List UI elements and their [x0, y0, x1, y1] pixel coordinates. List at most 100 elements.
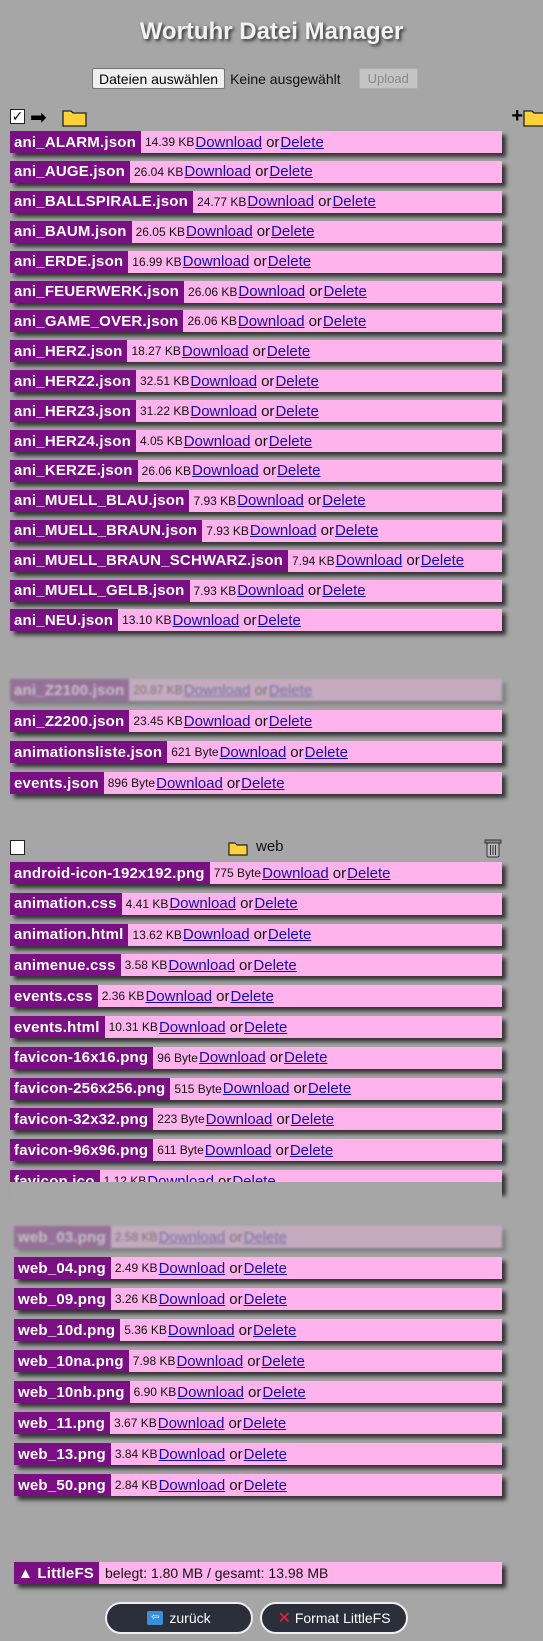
file-name[interactable]: events.json: [10, 772, 104, 794]
delete-link[interactable]: Delete: [347, 865, 390, 882]
delete-link[interactable]: Delete: [323, 313, 366, 330]
delete-link[interactable]: Delete: [308, 1080, 351, 1097]
folder-icon[interactable]: [62, 107, 88, 127]
file-name[interactable]: favicon-96x96.png: [10, 1139, 154, 1162]
delete-link[interactable]: Delete: [244, 1446, 287, 1463]
file-name[interactable]: ani_MUELL_GELB.json: [10, 579, 190, 602]
delete-link[interactable]: Delete: [269, 713, 312, 730]
download-link[interactable]: Download: [176, 1353, 243, 1370]
delete-link[interactable]: Delete: [244, 1477, 287, 1494]
file-name[interactable]: ani_BALLSPIRALE.json: [10, 190, 194, 213]
download-link[interactable]: Download: [183, 253, 250, 270]
upload-button[interactable]: Upload: [358, 68, 418, 89]
new-folder-icon[interactable]: +: [511, 105, 523, 128]
file-name[interactable]: web_10nb.png: [14, 1381, 130, 1403]
download-link[interactable]: Download: [192, 462, 259, 479]
delete-link[interactable]: Delete: [269, 682, 312, 699]
download-link[interactable]: Download: [184, 713, 251, 730]
delete-link[interactable]: Delete: [284, 1049, 327, 1066]
download-link[interactable]: Download: [250, 522, 317, 539]
delete-link[interactable]: Delete: [275, 403, 318, 420]
download-link[interactable]: Download: [247, 193, 314, 210]
download-link[interactable]: Download: [158, 1415, 225, 1432]
download-link[interactable]: Download: [186, 223, 253, 240]
download-link[interactable]: Download: [237, 582, 304, 599]
delete-link[interactable]: Delete: [269, 433, 312, 450]
download-link[interactable]: Download: [184, 433, 251, 450]
select-all-checkbox[interactable]: ✓: [10, 109, 25, 124]
download-link[interactable]: Download: [159, 1446, 226, 1463]
download-link[interactable]: Download: [168, 957, 235, 974]
file-name[interactable]: android-icon-192x192.png: [10, 862, 210, 884]
file-name[interactable]: events.css: [10, 985, 98, 1008]
download-link[interactable]: Download: [177, 1384, 244, 1401]
arrow-right-icon[interactable]: ➡: [30, 105, 47, 130]
file-name[interactable]: ani_MUELL_BRAUN_SCHWARZ.json: [10, 549, 288, 572]
delete-link[interactable]: Delete: [244, 1260, 287, 1277]
delete-link[interactable]: Delete: [322, 492, 365, 509]
download-link[interactable]: Download: [182, 343, 249, 360]
download-link[interactable]: Download: [190, 373, 257, 390]
delete-link[interactable]: Delete: [271, 223, 314, 240]
file-name[interactable]: ani_FEUERWERK.json: [10, 280, 185, 303]
file-name[interactable]: ani_Z2100.json: [10, 679, 130, 701]
filesystem-label[interactable]: ▲ LittleFS: [14, 1562, 100, 1584]
file-name[interactable]: web_03.png: [14, 1226, 111, 1248]
delete-link[interactable]: Delete: [332, 193, 375, 210]
web-folder-checkbox[interactable]: [10, 840, 25, 855]
file-name[interactable]: ani_NEU.json: [10, 609, 119, 632]
download-link[interactable]: Download: [206, 1111, 273, 1128]
download-link[interactable]: Download: [168, 1322, 235, 1339]
delete-link[interactable]: Delete: [268, 926, 311, 943]
file-name[interactable]: web_10d.png: [14, 1319, 121, 1341]
file-name[interactable]: ani_HERZ3.json: [10, 400, 136, 423]
download-link[interactable]: Download: [159, 1019, 226, 1036]
delete-link[interactable]: Delete: [267, 343, 310, 360]
delete-link[interactable]: Delete: [262, 1384, 305, 1401]
file-name[interactable]: ani_BAUM.json: [10, 220, 132, 243]
file-name[interactable]: animation.html: [10, 923, 129, 946]
file-name[interactable]: animationsliste.json: [10, 741, 168, 763]
delete-link[interactable]: Delete: [323, 283, 366, 300]
delete-link[interactable]: Delete: [253, 957, 296, 974]
choose-files-button[interactable]: Dateien auswählen: [92, 68, 226, 89]
delete-link[interactable]: Delete: [258, 612, 301, 629]
file-name[interactable]: events.html: [10, 1016, 105, 1038]
delete-link[interactable]: Delete: [335, 522, 378, 539]
download-link[interactable]: Download: [262, 865, 329, 882]
folder-icon[interactable]: [523, 107, 543, 127]
download-link[interactable]: Download: [220, 744, 287, 761]
delete-link[interactable]: Delete: [254, 895, 297, 912]
delete-link[interactable]: Delete: [280, 134, 323, 151]
delete-link[interactable]: Delete: [269, 163, 312, 180]
delete-link[interactable]: Delete: [268, 253, 311, 270]
download-link[interactable]: Download: [199, 1049, 266, 1066]
delete-link[interactable]: Delete: [241, 775, 284, 792]
download-link[interactable]: Download: [169, 895, 236, 912]
delete-link[interactable]: Delete: [421, 552, 464, 569]
file-name[interactable]: ani_ALARM.json: [10, 131, 141, 153]
trash-icon[interactable]: [484, 838, 502, 858]
download-link[interactable]: Download: [159, 1229, 226, 1246]
delete-link[interactable]: Delete: [231, 988, 274, 1005]
file-name[interactable]: ani_HERZ4.json: [10, 430, 136, 452]
download-link[interactable]: Download: [195, 134, 262, 151]
file-name[interactable]: web_04.png: [14, 1257, 111, 1279]
file-name[interactable]: ani_HERZ.json: [10, 340, 128, 363]
download-link[interactable]: Download: [190, 403, 257, 420]
download-link[interactable]: Download: [238, 313, 305, 330]
file-name[interactable]: ani_HERZ2.json: [10, 370, 136, 393]
delete-link[interactable]: Delete: [277, 462, 320, 479]
folder-icon[interactable]: [228, 840, 248, 856]
download-link[interactable]: Download: [336, 552, 403, 569]
file-name[interactable]: favicon-16x16.png: [10, 1046, 154, 1069]
download-link[interactable]: Download: [159, 1260, 226, 1277]
delete-link[interactable]: Delete: [243, 1415, 286, 1432]
download-link[interactable]: Download: [184, 682, 251, 699]
file-name[interactable]: ani_Z2200.json: [10, 710, 130, 732]
file-name[interactable]: favicon-256x256.png: [10, 1077, 171, 1100]
file-name[interactable]: ani_MUELL_BRAUN.json: [10, 519, 203, 542]
file-name[interactable]: ani_GAME_OVER.json: [10, 310, 184, 333]
delete-link[interactable]: Delete: [291, 1111, 334, 1128]
file-name[interactable]: web_11.png: [14, 1412, 111, 1434]
